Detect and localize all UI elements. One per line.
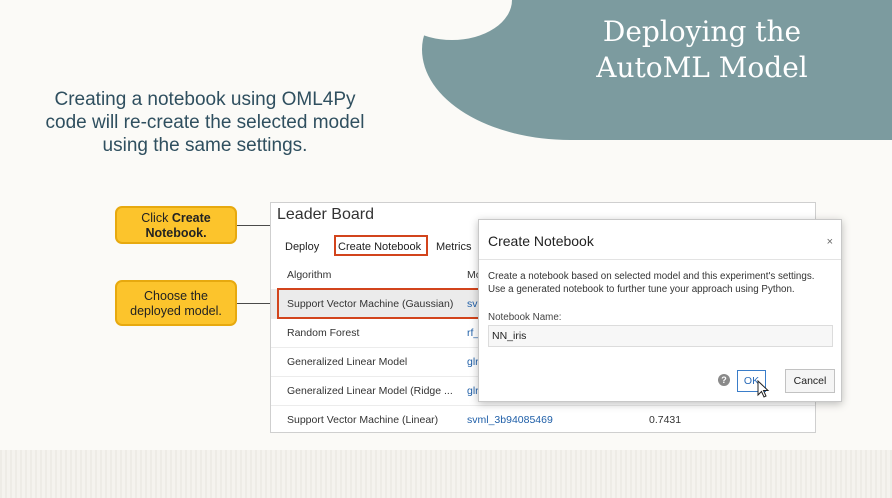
dialog-divider [479, 259, 841, 260]
column-header-algorithm: Algorithm [287, 269, 332, 281]
close-icon[interactable]: × [827, 236, 833, 248]
create-notebook-highlight [334, 235, 428, 256]
row-algorithm: Support Vector Machine (Linear) [287, 414, 439, 426]
decorative-bottom-band [0, 450, 892, 498]
mouse-pointer-icon [757, 380, 770, 398]
row-model-link[interactable]: glr [467, 385, 479, 397]
notebook-name-input[interactable]: NN_iris [488, 325, 833, 347]
leader-board-title: Leader Board [277, 206, 374, 223]
help-icon[interactable]: ? [718, 374, 730, 386]
callout-choose-model: Choose the deployed model. [115, 280, 237, 326]
notebook-name-label: Notebook Name: [488, 312, 562, 323]
table-row[interactable]: Support Vector Machine (Linear) svml_3b9… [271, 405, 815, 435]
cancel-button[interactable]: Cancel [785, 369, 835, 393]
row-algorithm: Generalized Linear Model [287, 356, 408, 368]
slide-subtitle: Creating a notebook using OML4Py code wi… [45, 89, 365, 156]
slide-title-line-2: AutoML Model [596, 51, 808, 84]
metrics-button[interactable]: Metrics [436, 241, 471, 253]
row-model-link[interactable]: glr [467, 356, 479, 368]
create-notebook-dialog: Create Notebook × Create a notebook base… [478, 219, 842, 402]
row-algorithm: Generalized Linear Model (Ridge ... [287, 385, 453, 397]
connector-line [237, 303, 273, 304]
slide-title: Deploying the AutoML Model [572, 14, 832, 86]
deploy-button[interactable]: Deploy [285, 241, 319, 253]
row-algorithm: Random Forest [287, 327, 360, 339]
row-metric-value: 0.7431 [649, 414, 682, 426]
selected-row-highlight [277, 288, 489, 319]
callout-1-prefix: Click [141, 211, 172, 225]
callout-click-create-notebook: Click Create Notebook. [115, 206, 237, 244]
dialog-description: Create a notebook based on selected mode… [488, 271, 815, 295]
slide-title-line-1: Deploying the [602, 15, 802, 48]
row-model-link[interactable]: svml_3b94085469 [467, 414, 553, 426]
dialog-title: Create Notebook [488, 233, 594, 249]
